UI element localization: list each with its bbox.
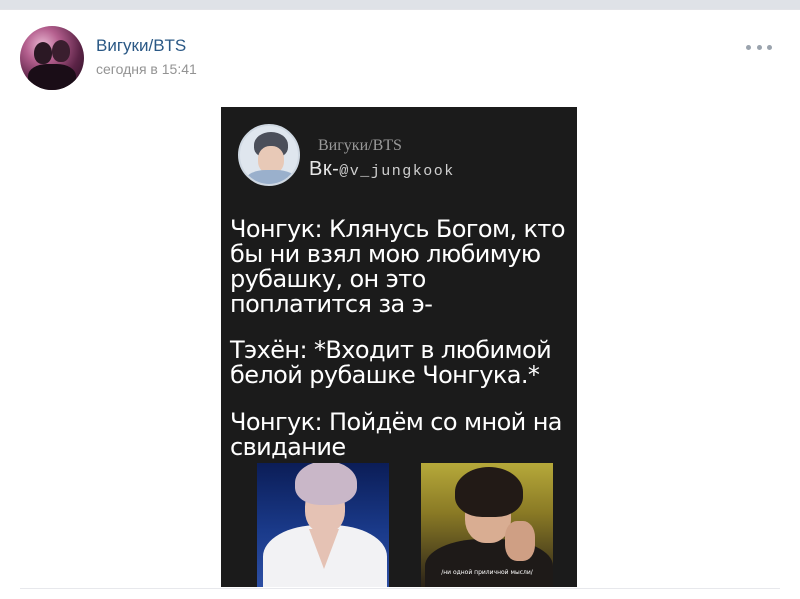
avatar-figure-right <box>52 40 70 62</box>
wall-post: Вигуки/BTS сегодня в 15:41 Вигуки/BTS Вк… <box>0 9 800 599</box>
photo-taehyung <box>257 463 389 587</box>
source-name: Вигуки/BTS <box>318 137 402 154</box>
meme-text-line-1: Чонгук: Клянусь Богом, кто бы ни взял мо… <box>230 215 566 318</box>
meme-text-line-3: Чонгук: Пойдём со мной на свидание <box>230 408 562 461</box>
more-dot <box>756 44 762 50</box>
photo-caption: /ни одной приличной мысли/ <box>441 569 533 576</box>
top-strip <box>0 0 800 9</box>
photo-right-hand <box>505 521 535 561</box>
post-image[interactable]: Вигуки/BTS Вк-@v_jungkook Чонгук: Клянус… <box>221 107 577 587</box>
source-handle: Вк-@v_jungkook <box>309 158 455 181</box>
avatar-figure-left <box>34 42 52 64</box>
meme-text-line-2: Тэхён: *Входит в любимой белой рубашке Ч… <box>230 336 552 389</box>
more-dot <box>767 44 772 50</box>
photo-right-hair <box>455 467 523 517</box>
more-dot <box>746 44 751 50</box>
photo-jungkook: /ни одной приличной мысли/ <box>421 463 553 587</box>
source-handle-name: @v_jungkook <box>339 163 455 180</box>
source-avatar-shirt <box>246 170 296 184</box>
post-timestamp[interactable]: сегодня в 15:41 <box>96 61 197 77</box>
post-divider <box>20 588 780 589</box>
source-handle-prefix: Вк- <box>309 158 340 180</box>
author-avatar[interactable] <box>20 26 84 90</box>
more-horizontal-icon[interactable] <box>746 38 772 56</box>
post-author-link[interactable]: Вигуки/BTS <box>96 36 186 56</box>
source-avatar <box>238 124 300 186</box>
avatar-figures-body <box>28 64 76 90</box>
photo-left-hair <box>295 463 357 505</box>
